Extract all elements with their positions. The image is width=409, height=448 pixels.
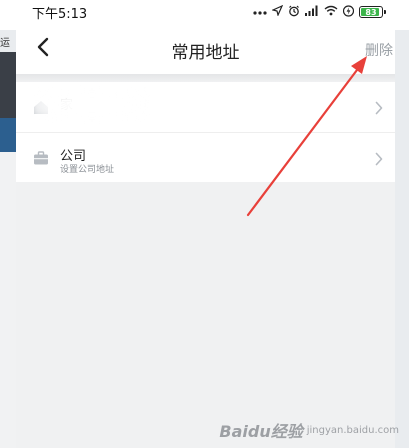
- background-app-right: [395, 0, 409, 448]
- address-item-company[interactable]: 公司 设置公司地址: [16, 132, 395, 182]
- privacy-blur: [32, 88, 152, 122]
- status-icons: 83: [253, 4, 386, 20]
- signal-icon: [305, 5, 319, 19]
- status-bar: 下午5:13 83: [16, 0, 395, 24]
- navigation-bar: 常用地址 删除: [16, 24, 395, 74]
- more-dots-icon: [253, 6, 267, 19]
- address-item-home[interactable]: 家: [16, 82, 395, 132]
- address-item-subtitle: 设置公司地址: [60, 165, 115, 175]
- delete-button[interactable]: 删除: [365, 40, 393, 60]
- background-blue-band: [0, 118, 16, 152]
- nav-divider: [16, 74, 395, 82]
- background-lower: [0, 152, 16, 448]
- watermark-logo: Baidu经验: [219, 422, 303, 441]
- page-title: 常用地址: [171, 43, 240, 63]
- phone-screen: 下午5:13 83 常用地址 删除 公司 设置公司地址: [16, 0, 395, 448]
- background-app-left: 运: [0, 0, 16, 448]
- briefcase-icon: [33, 150, 49, 166]
- bolt-icon: [342, 4, 355, 20]
- watermark: Baidu经验 jingyan.baidu.com: [219, 418, 399, 442]
- battery-icon: 83: [359, 6, 386, 18]
- chevron-right-icon: [375, 100, 383, 115]
- status-time: 下午5:13: [32, 6, 88, 22]
- chevron-right-icon: [375, 151, 383, 166]
- battery-level: 83: [365, 7, 377, 17]
- location-icon: [271, 4, 284, 19]
- watermark-subtext: jingyan.baidu.com: [306, 424, 399, 436]
- background-text-fragment: 运: [0, 38, 10, 49]
- address-list: 家 公司 设置公司地址: [16, 82, 395, 182]
- alarm-icon: [288, 5, 300, 20]
- background-right-top: [395, 0, 409, 30]
- background-top: [0, 0, 16, 30]
- wifi-icon: [324, 5, 338, 19]
